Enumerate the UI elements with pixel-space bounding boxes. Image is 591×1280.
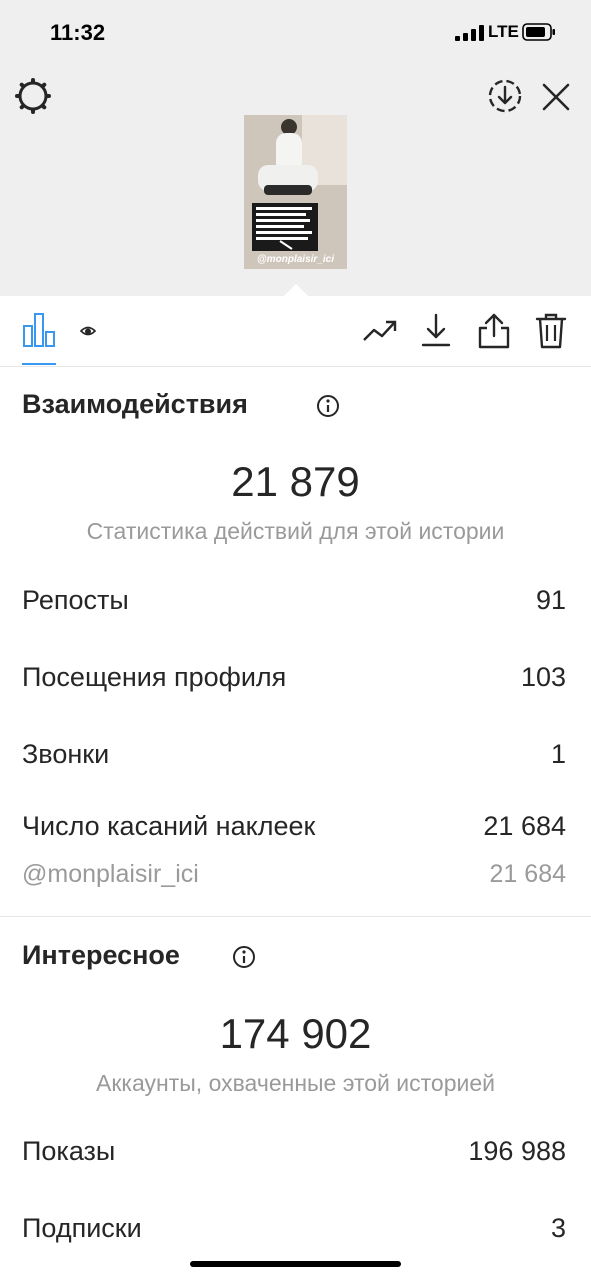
story-handle-sticker: @monplaisir_ici [257,254,334,265]
follows-value: 3 [550,1213,566,1243]
network-type: LTE [488,22,519,41]
bar-chart-icon[interactable] [22,312,56,348]
download-icon[interactable] [420,312,452,348]
eye-icon[interactable] [80,324,96,338]
gear-icon[interactable] [14,77,52,115]
impressions-value: 196 988 [468,1136,566,1166]
status-time: 11:32 [50,20,106,45]
active-tab-indicator [22,363,56,365]
impressions-label: Показы [22,1136,116,1166]
share-icon[interactable] [477,312,511,350]
sticker-mention-value: 21 684 [489,860,566,888]
interactions-caption: Статистика действий для этой истории [86,518,505,544]
section-divider [0,916,591,917]
calls-label: Звонки [22,739,110,769]
discovery-total: 174 902 [219,1010,372,1057]
trash-icon[interactable] [535,312,567,350]
close-icon[interactable] [541,82,571,112]
sticker-mention-label: @monplaisir_ici [22,860,199,888]
download-circle-icon[interactable] [486,77,524,115]
discovery-title: Интересное [22,940,180,970]
story-thumbnail[interactable]: @monplaisir_ici [244,115,347,269]
calls-value: 1 [550,739,566,769]
follows-label: Подписки [22,1213,142,1243]
story-photo [244,115,347,269]
reposts-label: Репосты [22,585,129,615]
signal-icon [455,25,484,41]
reposts-value: 91 [535,585,566,615]
profile-visits-label: Посещения профиля [22,662,287,692]
interactions-total: 21 879 [231,458,360,505]
home-indicator[interactable] [190,1261,401,1267]
info-icon[interactable] [232,945,256,969]
profile-visits-value: 103 [520,662,566,692]
interactions-title: Взаимодействия [22,389,248,419]
sticker-taps-label: Число касаний наклеек [22,811,316,841]
trending-icon[interactable] [362,318,398,344]
battery-icon [522,23,555,41]
info-icon[interactable] [316,394,340,418]
sticker-taps-value: 21 684 [483,811,566,841]
discovery-caption: Аккаунты, охваченные этой историей [96,1070,495,1096]
